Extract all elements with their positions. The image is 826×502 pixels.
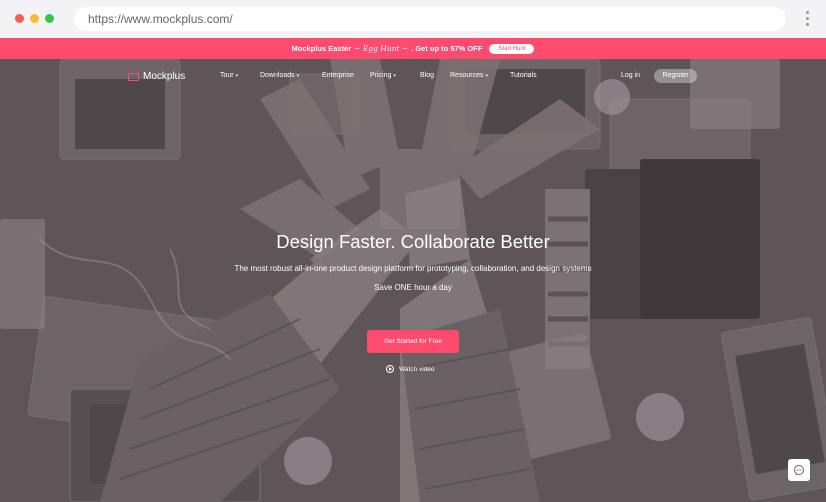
chat-widget-button[interactable] xyxy=(788,459,810,481)
browser-menu-icon[interactable] xyxy=(806,11,810,27)
nav-item-label: Tutorials xyxy=(510,72,537,79)
chevron-down-icon: ▾ xyxy=(393,73,396,79)
watch-video-link[interactable]: Watch video xyxy=(386,365,435,373)
nav-item-resources[interactable]: Resources ▾ xyxy=(450,72,488,79)
address-bar[interactable]: https://www.mockplus.com/ xyxy=(74,7,786,31)
promo-highlight: ~ Egg Hunt ~ xyxy=(354,44,409,53)
chevron-down-icon: ▾ xyxy=(296,73,300,79)
nav-item-label: Pricing xyxy=(370,72,392,79)
promo-discount: . Get up to 57% OFF xyxy=(411,44,483,53)
nav-item-label: Tour xyxy=(220,72,234,79)
hero-section: Mockplus Tour ▾ Downloads ▾ Enterprise Pri… xyxy=(0,59,826,502)
hero-background-image xyxy=(0,59,826,502)
nav-item-label: Downloads xyxy=(260,72,295,79)
main-nav: Mockplus Tour ▾ Downloads ▾ Enterprise Pri… xyxy=(0,59,826,95)
browser-chrome: https://www.mockplus.com/ xyxy=(0,0,826,38)
nav-item-enterprise[interactable]: Enterprise xyxy=(322,72,354,79)
brand-logo[interactable]: Mockplus xyxy=(128,71,185,82)
chat-bubble-icon xyxy=(794,465,804,476)
play-circle-icon xyxy=(386,365,394,373)
nav-item-tour[interactable]: Tour ▾ xyxy=(220,72,238,79)
brand-name: Mockplus xyxy=(143,71,186,82)
hero-tagline: Save ONE hour a day xyxy=(374,283,452,292)
hero-subheadline: The most robust all-in-one product desig… xyxy=(234,264,592,273)
promo-banner: Mockplus Easter ~ Egg Hunt ~ . Get up to… xyxy=(0,38,826,59)
window-minimize-dot[interactable] xyxy=(30,14,39,23)
watch-video-label: Watch video xyxy=(399,365,435,373)
register-button[interactable]: Register xyxy=(654,69,697,83)
get-started-button[interactable]: Get Started for Free xyxy=(367,330,459,353)
nav-item-blog[interactable]: Blog xyxy=(420,72,434,79)
nav-item-downloads[interactable]: Downloads ▾ xyxy=(260,72,299,79)
nav-item-label: Blog xyxy=(420,72,435,79)
nav-item-pricing[interactable]: Pricing ▾ xyxy=(370,72,396,79)
login-link[interactable]: Log in xyxy=(621,72,640,79)
chevron-down-icon: ▾ xyxy=(485,73,488,79)
window-close-dot[interactable] xyxy=(15,14,24,23)
nav-item-tutorials[interactable]: Tutorials xyxy=(510,72,537,79)
chevron-down-icon: ▾ xyxy=(235,73,239,79)
nav-item-label: Enterprise xyxy=(322,72,354,79)
mockplus-logo-icon xyxy=(128,72,139,81)
nav-item-label: Resources xyxy=(450,72,484,79)
hero-headline: Design Faster. Collaborate Better xyxy=(276,231,550,252)
start-hunt-button[interactable]: Start Hunt xyxy=(489,43,535,54)
window-maximize-dot[interactable] xyxy=(45,14,54,23)
promo-text: Mockplus Easter xyxy=(291,44,352,53)
